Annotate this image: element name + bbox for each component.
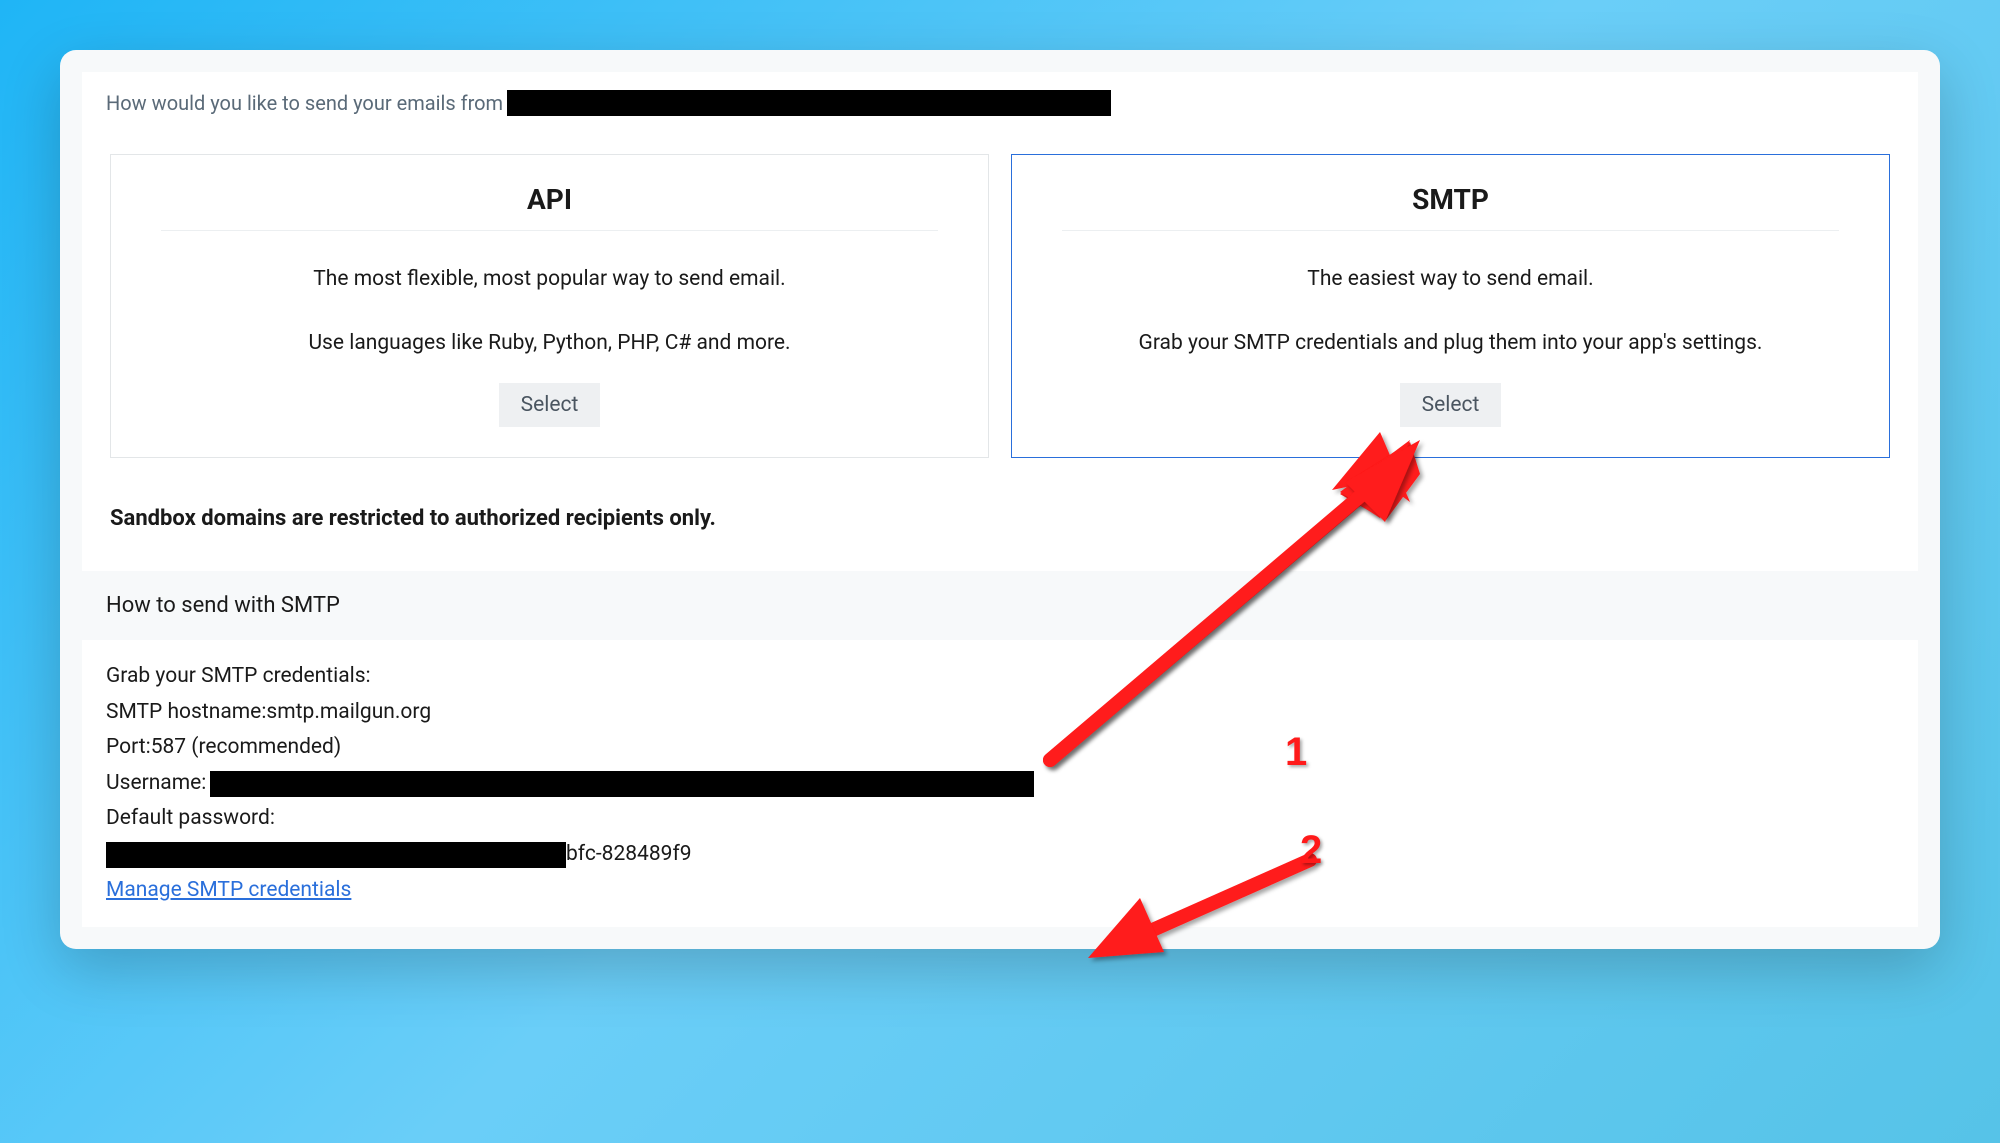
api-desc1: The most flexible, most popular way to s… <box>161 267 938 291</box>
creds-username: Username: <box>106 767 1894 801</box>
password-suffix: bfc-828489f9 <box>566 838 692 872</box>
smtp-option-card[interactable]: SMTP The easiest way to send email. Grab… <box>1011 154 1890 458</box>
redacted-domain <box>507 90 1111 116</box>
creds-port: Port: 587 (recommended) <box>106 731 1894 765</box>
manage-smtp-link[interactable]: Manage SMTP credentials <box>106 874 351 908</box>
creds-hostname: SMTP hostname: smtp.mailgun.org <box>106 696 1894 730</box>
api-title: API <box>161 183 938 231</box>
howto-heading: How to send with SMTP <box>82 571 1918 640</box>
smtp-desc1: The easiest way to send email. <box>1062 267 1839 291</box>
creds-password-label: Default password: <box>106 802 1894 836</box>
smtp-select-button[interactable]: Select <box>1400 383 1502 427</box>
question-text: How would you like to send your emails f… <box>106 91 503 115</box>
hostname-label: SMTP hostname: <box>106 696 266 730</box>
options-row: API The most flexible, most popular way … <box>106 154 1894 458</box>
settings-window: How would you like to send your emails f… <box>60 50 1940 949</box>
question-row: How would you like to send your emails f… <box>106 90 1894 116</box>
smtp-desc2: Grab your SMTP credentials and plug them… <box>1062 331 1839 355</box>
sandbox-note: Sandbox domains are restricted to author… <box>106 506 1894 531</box>
smtp-title: SMTP <box>1062 183 1839 231</box>
credentials-section: Grab your SMTP credentials: SMTP hostnam… <box>82 640 1918 927</box>
hostname-value: smtp.mailgun.org <box>266 696 431 730</box>
port-label: Port: <box>106 731 151 765</box>
username-label: Username: <box>106 767 206 801</box>
creds-grab: Grab your SMTP credentials: <box>106 660 1894 694</box>
redacted-password <box>106 842 566 868</box>
api-option-card[interactable]: API The most flexible, most popular way … <box>110 154 989 458</box>
send-method-section: How would you like to send your emails f… <box>82 72 1918 571</box>
creds-password-value: bfc-828489f9 <box>106 838 1894 872</box>
api-select-button[interactable]: Select <box>499 383 601 427</box>
api-desc2: Use languages like Ruby, Python, PHP, C#… <box>161 331 938 355</box>
port-value: 587 (recommended) <box>151 731 342 765</box>
redacted-username <box>210 771 1034 797</box>
